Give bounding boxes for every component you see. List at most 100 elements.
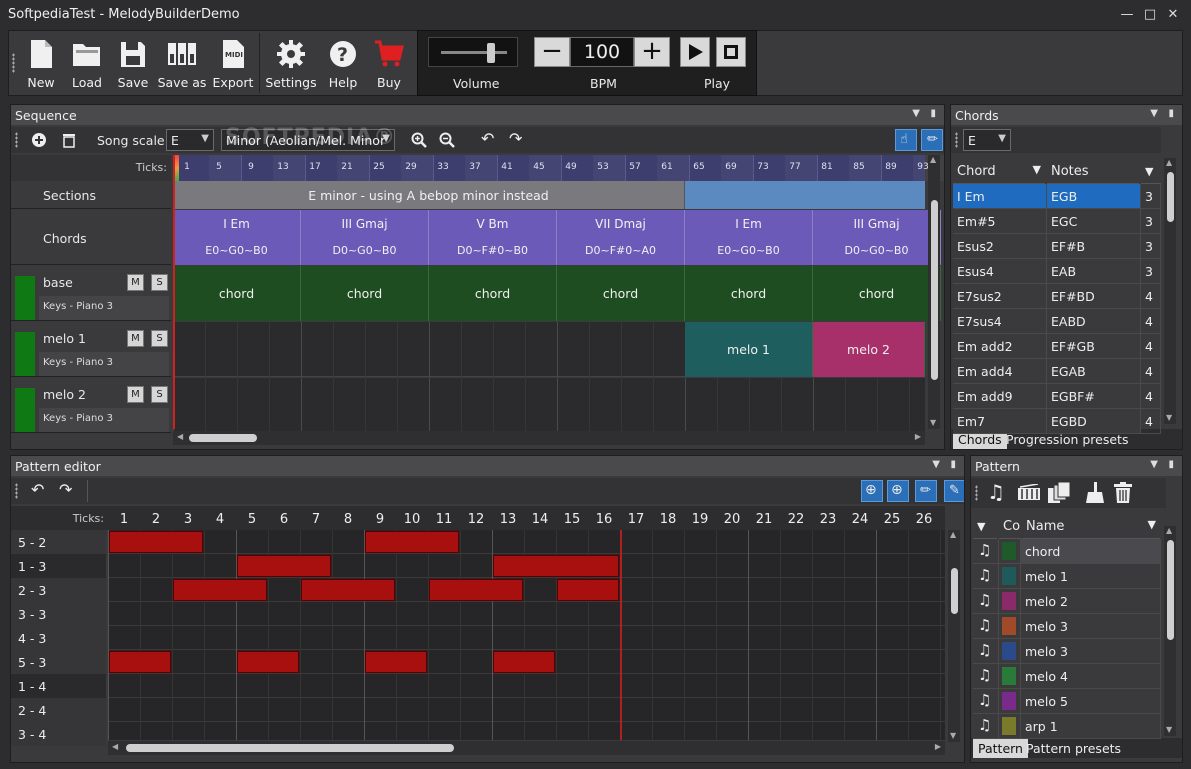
hscroll-thumb[interactable] xyxy=(189,434,257,442)
volume-thumb[interactable] xyxy=(486,43,495,63)
chord-row-name[interactable]: Em7 xyxy=(953,409,1047,434)
chord-row-count[interactable]: 4 xyxy=(1141,284,1161,309)
maximize-icon[interactable]: □ xyxy=(1141,6,1159,24)
music-note-icon[interactable]: ♫ xyxy=(973,589,999,614)
drum-icon[interactable] xyxy=(1017,484,1041,502)
melo2-block[interactable]: melo 2 xyxy=(813,322,925,377)
solo-button[interactable]: S xyxy=(151,386,168,403)
chord-column-header[interactable]: Chord ▼ xyxy=(953,158,1045,184)
scroll-down-icon[interactable]: ▼ xyxy=(1166,725,1172,734)
sequence-vscroll[interactable]: ▲ ▼ xyxy=(928,155,940,429)
vscroll-thumb[interactable] xyxy=(931,200,938,380)
bpm-display[interactable]: 100 xyxy=(570,37,634,67)
add-row-button[interactable]: ⊕ xyxy=(887,480,909,502)
zoom-out-icon[interactable] xyxy=(439,132,455,148)
pe-note[interactable] xyxy=(493,555,619,577)
pattern-color-cell[interactable] xyxy=(999,714,1021,739)
close-icon[interactable]: ✕ xyxy=(1164,6,1182,24)
pattern-name[interactable]: melo 4 xyxy=(1021,664,1161,689)
pattern-name[interactable]: chord xyxy=(1021,539,1161,564)
stop-button[interactable] xyxy=(716,37,746,67)
chord-block[interactable]: I Em E0~G0~B0 xyxy=(685,210,813,265)
broom-icon[interactable] xyxy=(1085,482,1105,504)
scroll-right-icon[interactable]: ▶ xyxy=(935,742,941,751)
music-note-icon[interactable]: ♫ xyxy=(973,664,999,689)
chord-row-name[interactable]: E7sus2 xyxy=(953,284,1047,309)
buy-button[interactable]: Buy xyxy=(367,37,411,93)
tab-pattern[interactable]: Pattern xyxy=(973,738,1028,758)
pattern-name[interactable]: melo 3 xyxy=(1021,614,1161,639)
eraser-tool-button[interactable]: ✏ xyxy=(921,129,943,151)
scroll-down-icon[interactable]: ▼ xyxy=(950,731,956,740)
trash-icon[interactable] xyxy=(61,132,77,148)
chord-row-count[interactable]: 3 xyxy=(1141,259,1161,284)
pe-note[interactable] xyxy=(237,555,331,577)
pattern-block[interactable]: chord xyxy=(429,266,557,321)
chord-row-name[interactable]: Esus4 xyxy=(953,259,1047,284)
mute-button[interactable]: M xyxy=(127,386,144,403)
pattern-block[interactable]: chord xyxy=(685,266,813,321)
pattern-name[interactable]: melo 5 xyxy=(1021,689,1161,714)
pattern-vscroll[interactable]: ▲ ▼ xyxy=(1164,526,1176,736)
scroll-up-icon[interactable]: ▲ xyxy=(950,530,956,539)
chord-block[interactable]: III Gmaj D0~G0~B0 xyxy=(813,210,941,265)
chord-row-notes[interactable]: EGC xyxy=(1047,209,1141,234)
pe-note[interactable] xyxy=(301,579,395,601)
pencil-tool-button[interactable]: ✏ xyxy=(915,480,937,502)
add-note-button[interactable]: ⊕ xyxy=(861,480,883,502)
scroll-down-icon[interactable]: ▼ xyxy=(930,418,936,427)
pe-note[interactable] xyxy=(557,579,619,601)
pe-note[interactable] xyxy=(173,579,267,601)
toolbar-grip[interactable] xyxy=(15,483,18,499)
chord-row-count[interactable]: 3 xyxy=(1141,234,1161,259)
pe-note[interactable] xyxy=(237,651,299,673)
panel-menu-icon[interactable]: ▼ xyxy=(932,459,940,470)
chord-row-count[interactable]: 4 xyxy=(1141,359,1161,384)
pe-note[interactable] xyxy=(365,651,427,673)
ticks-ruler[interactable]: 1 5 9 13 17 21 25 29 33 37 41 45 49 53 57 61 65 69 73 77 81 8… xyxy=(173,155,944,181)
chord-row-notes[interactable]: EGAB xyxy=(1047,359,1141,384)
minimize-icon[interactable]: — xyxy=(1118,6,1136,24)
pattern-name[interactable]: melo 2 xyxy=(1021,589,1161,614)
chord-row-notes[interactable]: EAB xyxy=(1047,259,1141,284)
chord-row-count[interactable]: 4 xyxy=(1141,409,1161,434)
scroll-up-icon[interactable]: ▲ xyxy=(930,155,936,164)
track-color-swatch[interactable] xyxy=(15,332,35,376)
scroll-left-icon[interactable]: ◀ xyxy=(112,742,118,751)
track-color-swatch[interactable] xyxy=(15,276,35,320)
toolbar-grip[interactable] xyxy=(955,132,958,148)
panel-menu-icon[interactable]: ▼ xyxy=(1150,459,1158,470)
pattern-block[interactable]: chord xyxy=(557,266,685,321)
bpm-decrease-button[interactable]: − xyxy=(534,37,570,67)
chord-row-count[interactable]: 3 xyxy=(1141,184,1161,209)
bpm-increase-button[interactable]: + xyxy=(634,37,670,67)
pattern-color-cell[interactable] xyxy=(999,614,1021,639)
vscroll-thumb[interactable] xyxy=(1167,172,1174,222)
section-block-2[interactable] xyxy=(685,181,925,209)
music-note-icon[interactable]: ♫ xyxy=(973,714,999,739)
chord-block[interactable]: III Gmaj D0~G0~B0 xyxy=(301,210,429,265)
chord-row-notes[interactable]: EF#BD xyxy=(1047,284,1141,309)
play-button[interactable] xyxy=(680,37,710,67)
scroll-up-icon[interactable]: ▲ xyxy=(1166,526,1172,535)
chord-row-notes[interactable]: EABD xyxy=(1047,309,1141,334)
toolbar-grip[interactable] xyxy=(975,485,978,501)
add-circle-icon[interactable] xyxy=(31,132,47,148)
filter-icon[interactable]: ▼ xyxy=(1148,518,1156,531)
filter-icon[interactable]: ▼ xyxy=(1033,163,1041,176)
scroll-up-icon[interactable]: ▲ xyxy=(1166,158,1172,167)
chord-row-count[interactable]: 3 xyxy=(1141,209,1161,234)
filter-icon[interactable]: ▼ xyxy=(977,520,985,533)
melo1-block[interactable]: melo 1 xyxy=(685,322,813,377)
pe-note[interactable] xyxy=(365,531,459,553)
chord-row-notes[interactable]: EF#GB xyxy=(1047,334,1141,359)
pattern-color-cell[interactable] xyxy=(999,689,1021,714)
export-button[interactable]: MIDI Export xyxy=(211,37,255,93)
solo-button[interactable]: S xyxy=(151,330,168,347)
pattern-color-cell[interactable] xyxy=(999,564,1021,589)
pe-note[interactable] xyxy=(493,651,555,673)
chord-row-name[interactable]: Em add2 xyxy=(953,334,1047,359)
music-note-icon[interactable]: ♫ xyxy=(973,689,999,714)
hscroll-thumb[interactable] xyxy=(126,744,454,752)
pattern-name-header[interactable]: Name ▼ xyxy=(1022,513,1160,539)
